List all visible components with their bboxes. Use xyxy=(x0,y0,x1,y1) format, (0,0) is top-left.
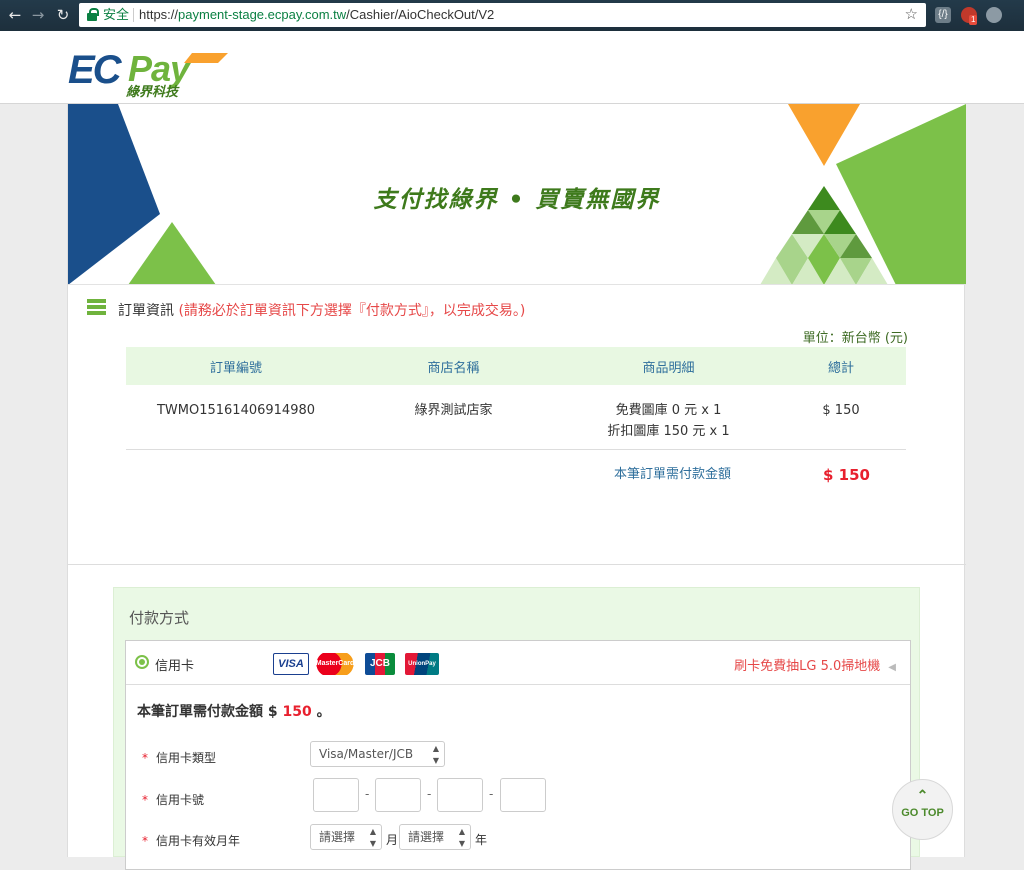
month-placeholder: 請選擇 xyxy=(319,830,356,844)
card-type-label-row: * 信用卡類型 xyxy=(142,749,216,766)
forward-icon[interactable]: → xyxy=(29,6,47,24)
item-details: 免費圖庫 0 元 x 1 折扣圖庫 150 元 x 1 xyxy=(561,385,776,450)
total-amount: $ 150 xyxy=(823,466,870,484)
table-header-row: 訂單編號 商店名稱 商品明細 總計 xyxy=(126,347,906,385)
url-text: https://payment-stage.ecpay.com.tw/Cashi… xyxy=(139,3,494,27)
credit-card-option[interactable]: 信用卡 VISA MasterCard JCB UnionPay 刷卡免費抽LG… xyxy=(126,641,910,685)
promo-link[interactable]: 刷卡免費抽LG 5.0掃地機 ◀ xyxy=(734,655,896,674)
dash-separator: - xyxy=(427,787,432,801)
card-number-label: 信用卡號 xyxy=(156,793,205,807)
currency-unit: 單位：新台幣 (元) xyxy=(802,331,908,346)
select-arrows-icon: ▲ ▼ xyxy=(369,827,376,848)
secure-label: 安全 xyxy=(103,7,130,22)
back-icon[interactable]: ← xyxy=(6,6,24,24)
payment-method-panel: 信用卡 VISA MasterCard JCB UnionPay 刷卡免費抽LG… xyxy=(125,640,911,870)
site-header: EC Pay 綠界科技 xyxy=(0,31,1024,104)
extension-code-icon[interactable]: {/} xyxy=(935,7,951,23)
bookmark-star-icon[interactable]: ☆ xyxy=(905,3,918,27)
url-host: payment-stage.ecpay.com.tw xyxy=(178,7,347,22)
banner: 支付找綠界 • 買賣無國界 xyxy=(68,104,966,285)
col-order-no: 訂單編號 xyxy=(126,347,346,385)
go-top-label: GO TOP xyxy=(901,807,944,819)
checkout-card: 支付找綠界 • 買賣無國界 訂單資訊 (請務必於訂單資訊下方選擇『付款方式』，以… xyxy=(67,104,966,870)
order-table: 訂單編號 商店名稱 商品明細 總計 TWMO15161406914980 綠界測… xyxy=(126,347,906,450)
url-scheme: https:// xyxy=(139,7,179,22)
svg-text:EC: EC xyxy=(68,48,123,92)
visa-icon: VISA xyxy=(273,653,309,675)
select-arrows-icon: ▲ ▼ xyxy=(458,827,465,848)
list-icon xyxy=(87,299,106,316)
expiry-label-row: * 信用卡有效月年 xyxy=(142,832,240,849)
amount-currency: $ xyxy=(267,704,278,720)
mastercard-icon: MasterCard xyxy=(315,653,355,675)
browser-toolbar: ← → ↻ 安全 https://payment-stage.ecpay.com… xyxy=(0,0,1024,31)
row-total: $ 150 xyxy=(776,385,906,450)
section-divider xyxy=(68,564,966,565)
order-title-line: 訂單資訊 (請務必於訂單資訊下方選擇『付款方式』，以完成交易。) xyxy=(118,300,525,320)
required-mark: * xyxy=(142,793,148,807)
unionpay-icon: UnionPay xyxy=(405,653,439,675)
expiry-month-select[interactable]: 請選擇 ▲ ▼ xyxy=(310,824,382,850)
required-mark: * xyxy=(142,751,148,765)
total-label: 本筆訂單需付款金額 xyxy=(614,467,732,482)
expiry-label: 信用卡有效月年 xyxy=(156,834,241,848)
card-number-field-2[interactable] xyxy=(375,778,421,812)
payment-amount-line: 本筆訂單需付款金額 $ 150 。 xyxy=(137,701,331,721)
table-row: TWMO15161406914980 綠界測試店家 免費圖庫 0 元 x 1 折… xyxy=(126,385,906,450)
payment-title: 付款方式 xyxy=(129,609,190,627)
dash-separator: - xyxy=(489,787,494,801)
expiry-year-select[interactable]: 請選擇 ▲ ▼ xyxy=(399,824,471,850)
logo-subtitle: 綠界科技 xyxy=(126,84,180,99)
expand-arrow-icon: ◀ xyxy=(888,662,896,673)
item-line: 折扣圖庫 150 元 x 1 xyxy=(607,424,730,439)
payment-section: 付款方式 信用卡 VISA MasterCard JCB UnionPay 刷卡… xyxy=(113,587,920,870)
url-path: /Cashier/AioCheckOut/V2 xyxy=(346,7,495,22)
extension-badge: 1 xyxy=(969,15,978,25)
select-arrows-icon: ▲ ▼ xyxy=(432,744,439,765)
address-separator xyxy=(133,8,134,22)
card-type-select[interactable]: Visa/Master/JCB ▲ ▼ xyxy=(310,741,445,767)
card-number-field-3[interactable] xyxy=(437,778,483,812)
col-store: 商店名稱 xyxy=(346,347,561,385)
reload-icon[interactable]: ↻ xyxy=(54,6,72,24)
ecpay-logo[interactable]: EC Pay 綠界科技 xyxy=(66,45,236,99)
card-type-value: Visa/Master/JCB xyxy=(319,747,414,761)
address-bar[interactable]: 安全 https://payment-stage.ecpay.com.tw/Ca… xyxy=(79,3,926,27)
store-name: 綠界測試店家 xyxy=(346,385,561,450)
amount-prefix: 本筆訂單需付款金額 xyxy=(137,704,263,720)
card-number-field-4[interactable] xyxy=(500,778,546,812)
card-type-label: 信用卡類型 xyxy=(156,751,217,765)
card-number-label-row: * 信用卡號 xyxy=(142,791,204,808)
order-total-row: 本筆訂單需付款金額 $ 150 xyxy=(126,463,906,493)
banner-slogan: 支付找綠界 • 買賣無國界 xyxy=(373,187,661,213)
amount-value: 150 xyxy=(282,704,312,720)
chevron-up-icon: ⌃ xyxy=(916,787,929,803)
order-title: 訂單資訊 xyxy=(118,303,174,319)
dash-separator: - xyxy=(365,787,370,801)
jcb-icon: JCB xyxy=(365,653,395,675)
extension-block-icon[interactable]: 1 xyxy=(961,7,978,25)
amount-suffix: 。 xyxy=(316,704,331,720)
lock-icon xyxy=(87,8,99,21)
order-note: (請務必於訂單資訊下方選擇『付款方式』，以完成交易。) xyxy=(178,303,526,319)
go-top-button[interactable]: ⌃ GO TOP xyxy=(892,779,953,840)
month-unit: 月 xyxy=(386,833,399,847)
item-line: 免費圖庫 0 元 x 1 xyxy=(615,403,722,418)
extension-ghost-icon[interactable] xyxy=(986,7,1002,23)
payment-method-name: 信用卡 xyxy=(155,659,195,674)
year-placeholder: 請選擇 xyxy=(408,830,445,844)
card-number-field-1[interactable] xyxy=(313,778,359,812)
svg-text:Pay: Pay xyxy=(128,48,192,89)
credit-card-radio[interactable] xyxy=(135,655,149,669)
col-total: 總計 xyxy=(776,347,906,385)
promo-text: 刷卡免費抽LG 5.0掃地機 xyxy=(734,659,881,674)
order-number: TWMO15161406914980 xyxy=(126,385,346,450)
order-info-section: 訂單資訊 (請務必於訂單資訊下方選擇『付款方式』，以完成交易。) 單位：新台幣 … xyxy=(68,285,966,565)
required-mark: * xyxy=(142,834,148,848)
col-items: 商品明細 xyxy=(561,347,776,385)
year-unit: 年 xyxy=(475,833,488,847)
